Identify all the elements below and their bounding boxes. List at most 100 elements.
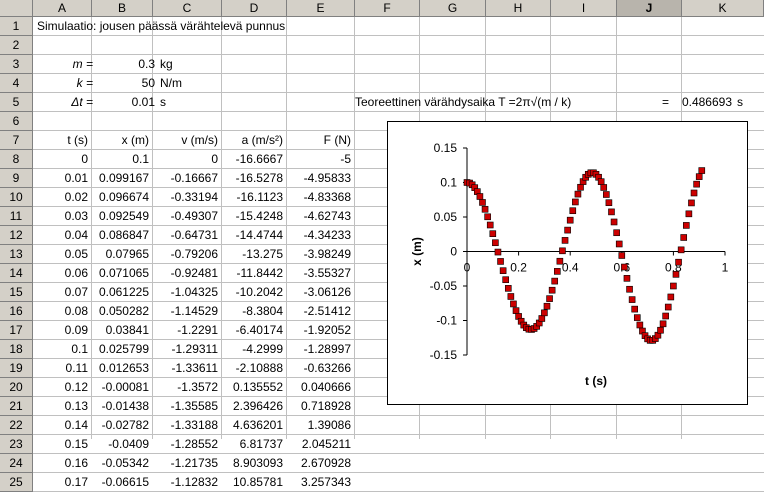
table-cell[interactable]: 0.16 — [33, 454, 88, 473]
table-cell[interactable]: -16.5278 — [222, 169, 283, 188]
table-cell[interactable]: -14.4744 — [222, 226, 283, 245]
row-header-2[interactable]: 2 — [0, 36, 33, 55]
row-header-19[interactable]: 19 — [0, 359, 33, 378]
theory-value[interactable]: 0.486693 — [670, 93, 732, 112]
table-cell[interactable]: -0.05342 — [92, 454, 149, 473]
row-header-4[interactable]: 4 — [0, 74, 33, 93]
table-cell[interactable]: -3.55327 — [287, 264, 351, 283]
param-label-dt[interactable]: Δt = — [33, 93, 93, 112]
table-cell[interactable]: 0 — [153, 150, 218, 169]
table-cell[interactable]: 6.81737 — [222, 435, 283, 454]
table-cell[interactable]: 0.086847 — [92, 226, 149, 245]
table-cell[interactable]: -4.62743 — [287, 207, 351, 226]
row-header-18[interactable]: 18 — [0, 340, 33, 359]
table-cell[interactable]: -5 — [287, 150, 351, 169]
param-value-dt[interactable]: 0.01 — [100, 93, 155, 112]
table-cell[interactable]: -0.49307 — [153, 207, 218, 226]
theory-label[interactable]: Teoreettinen värähdysaika T =2π√(m / k) — [355, 93, 571, 112]
table-header-a[interactable]: a (m/s²) — [222, 131, 283, 150]
row-header-20[interactable]: 20 — [0, 378, 33, 397]
row-header-21[interactable]: 21 — [0, 397, 33, 416]
table-header-x[interactable]: x (m) — [92, 131, 149, 150]
table-cell[interactable]: -1.2291 — [153, 321, 218, 340]
param-unit-m[interactable]: kg — [160, 55, 173, 74]
table-cell[interactable]: -4.2999 — [222, 340, 283, 359]
table-cell[interactable]: 0.07965 — [92, 245, 149, 264]
table-cell[interactable]: 0.02 — [33, 188, 88, 207]
row-header-5[interactable]: 5 — [0, 93, 33, 112]
table-cell[interactable]: -0.16667 — [153, 169, 218, 188]
table-cell[interactable]: 0.08 — [33, 302, 88, 321]
column-header-k[interactable]: K — [682, 0, 764, 17]
table-cell[interactable]: -1.33611 — [153, 359, 218, 378]
table-cell[interactable]: -1.12832 — [153, 473, 218, 492]
table-cell[interactable]: -15.4248 — [222, 207, 283, 226]
table-cell[interactable]: 0.135552 — [222, 378, 283, 397]
table-cell[interactable]: -3.98249 — [287, 245, 351, 264]
table-header-v[interactable]: v (m/s) — [153, 131, 218, 150]
table-cell[interactable]: -2.51412 — [287, 302, 351, 321]
table-cell[interactable]: 0.05 — [33, 245, 88, 264]
table-cell[interactable]: -8.3804 — [222, 302, 283, 321]
row-header-3[interactable]: 3 — [0, 55, 33, 74]
table-cell[interactable]: -0.92481 — [153, 264, 218, 283]
table-cell[interactable]: 8.903093 — [222, 454, 283, 473]
table-cell[interactable]: 0.025799 — [92, 340, 149, 359]
row-header-11[interactable]: 11 — [0, 207, 33, 226]
row-header-16[interactable]: 16 — [0, 302, 33, 321]
table-cell[interactable]: 0.12 — [33, 378, 88, 397]
table-cell[interactable]: 0.14 — [33, 416, 88, 435]
row-header-15[interactable]: 15 — [0, 283, 33, 302]
sheet-title[interactable]: Simulaatio: jousen päässä värähtelevä pu… — [37, 17, 285, 36]
table-header-t[interactable]: t (s) — [33, 131, 88, 150]
table-cell[interactable]: 2.045211 — [287, 435, 351, 454]
table-cell[interactable]: -0.01438 — [92, 397, 149, 416]
table-cell[interactable]: -0.64731 — [153, 226, 218, 245]
table-cell[interactable]: -1.28997 — [287, 340, 351, 359]
table-cell[interactable]: 0.050282 — [92, 302, 149, 321]
column-header-f[interactable]: F — [355, 0, 420, 17]
table-cell[interactable]: -0.06615 — [92, 473, 149, 492]
table-cell[interactable]: -11.8442 — [222, 264, 283, 283]
select-all-corner[interactable] — [0, 0, 33, 17]
table-cell[interactable]: 10.85781 — [222, 473, 283, 492]
table-cell[interactable]: 0.07 — [33, 283, 88, 302]
theory-unit[interactable]: s — [737, 93, 743, 112]
table-cell[interactable]: -0.0409 — [92, 435, 149, 454]
table-cell[interactable]: -1.04325 — [153, 283, 218, 302]
table-cell[interactable]: -1.21735 — [153, 454, 218, 473]
param-unit-k[interactable]: N/m — [160, 74, 182, 93]
table-cell[interactable]: -0.02782 — [92, 416, 149, 435]
row-header-25[interactable]: 25 — [0, 473, 33, 492]
row-header-22[interactable]: 22 — [0, 416, 33, 435]
table-cell[interactable]: -10.2042 — [222, 283, 283, 302]
param-unit-dt[interactable]: s — [160, 93, 166, 112]
column-header-a[interactable]: A — [33, 0, 92, 17]
table-cell[interactable]: 0.071065 — [92, 264, 149, 283]
row-header-8[interactable]: 8 — [0, 150, 33, 169]
column-header-d[interactable]: D — [222, 0, 287, 17]
chart-area[interactable]: 0.150.10.050-0.05-0.1-0.1500.20.40.60.81… — [387, 121, 748, 405]
theory-equals[interactable]: = — [662, 93, 669, 112]
table-cell[interactable]: -16.6667 — [222, 150, 283, 169]
table-cell[interactable]: -1.33188 — [153, 416, 218, 435]
table-cell[interactable]: 0.03 — [33, 207, 88, 226]
table-cell[interactable]: 0.096674 — [92, 188, 149, 207]
table-cell[interactable]: -4.95833 — [287, 169, 351, 188]
table-header-f[interactable]: F (N) — [287, 131, 351, 150]
table-cell[interactable]: -16.1123 — [222, 188, 283, 207]
row-header-10[interactable]: 10 — [0, 188, 33, 207]
table-cell[interactable]: 0.11 — [33, 359, 88, 378]
table-cell[interactable]: -3.06126 — [287, 283, 351, 302]
row-header-14[interactable]: 14 — [0, 264, 33, 283]
row-header-7[interactable]: 7 — [0, 131, 33, 150]
table-cell[interactable]: 0.17 — [33, 473, 88, 492]
table-cell[interactable]: 0.012653 — [92, 359, 149, 378]
column-header-g[interactable]: G — [420, 0, 486, 17]
table-cell[interactable]: 2.396426 — [222, 397, 283, 416]
table-cell[interactable]: 0.15 — [33, 435, 88, 454]
row-header-1[interactable]: 1 — [0, 17, 33, 36]
table-cell[interactable]: -6.40174 — [222, 321, 283, 340]
table-cell[interactable]: -0.63266 — [287, 359, 351, 378]
table-cell[interactable]: -4.34233 — [287, 226, 351, 245]
